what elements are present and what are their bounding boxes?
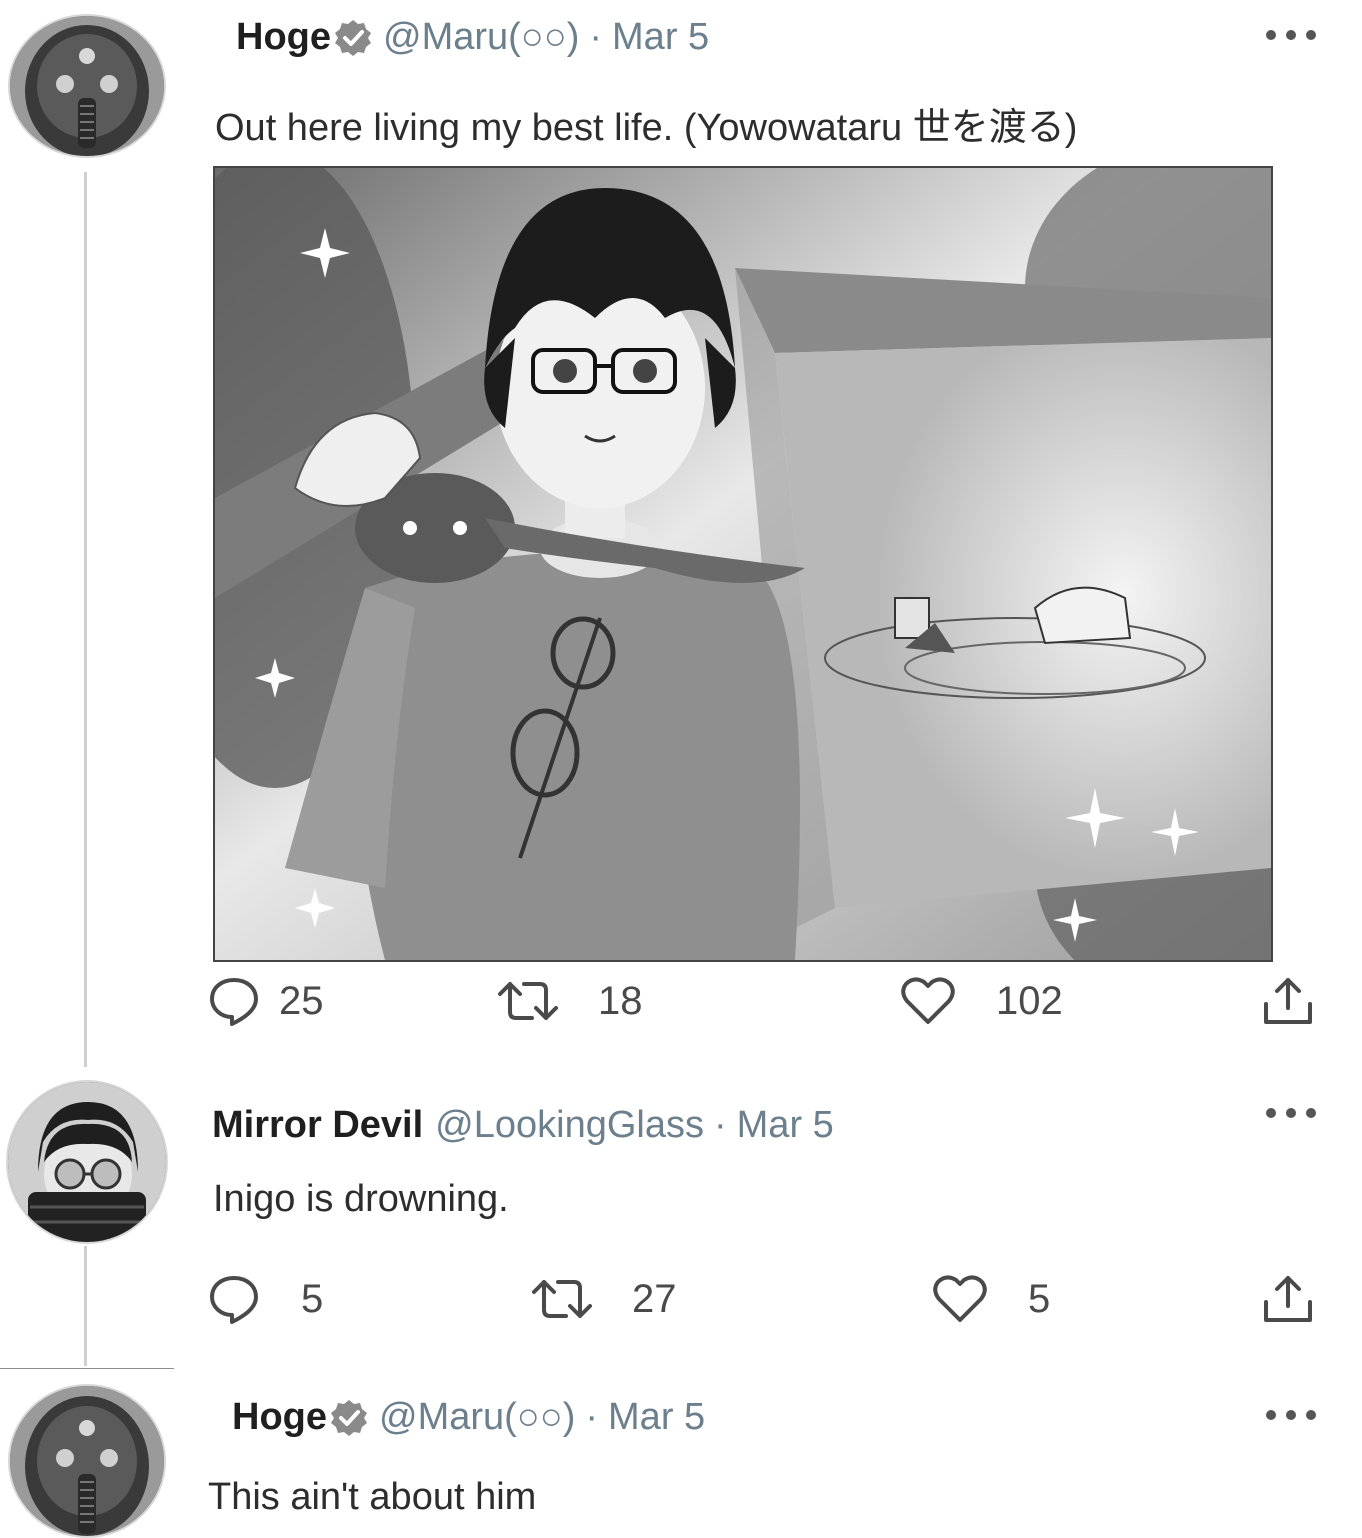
tweet1-more-button[interactable] (1266, 28, 1316, 42)
ellipsis-icon (1266, 1410, 1276, 1420)
tweet1-display-name[interactable]: Hoge (236, 16, 331, 59)
heart-icon (933, 1275, 987, 1322)
reply-divider (0, 1368, 174, 1369)
tweet3-date[interactable]: Mar 5 (608, 1396, 705, 1439)
thread-line-1 (84, 172, 87, 1067)
anime-illustration-art (215, 168, 1271, 960)
share-upload-icon (1264, 978, 1312, 1024)
share-upload-icon (1264, 1276, 1312, 1322)
tweet2-share-button[interactable] (1260, 1272, 1316, 1328)
mechanical-mask-avatar-art (10, 16, 164, 156)
tweet1-like-button[interactable]: 102 (900, 974, 1063, 1028)
glasses-masked-person-avatar-art (8, 1082, 166, 1242)
tweet1-like-count: 102 (996, 978, 1063, 1023)
tweet1-date[interactable]: Mar 5 (612, 16, 709, 59)
verified-badge-icon (329, 1398, 369, 1438)
tweet1-reply-count: 25 (279, 978, 324, 1023)
retweet-arrows-icon (532, 1280, 592, 1318)
tweet3-avatar[interactable] (8, 1384, 166, 1538)
tweet3-text: This ain't about him (208, 1476, 537, 1518)
tweet1-handle[interactable]: @Maru(○○) (383, 16, 579, 59)
tweet2-handle[interactable]: @LookingGlass (435, 1104, 704, 1147)
tweet3-display-name[interactable]: Hoge (232, 1396, 327, 1439)
thread-line-2 (84, 1246, 87, 1366)
tweet1-share-button[interactable] (1260, 974, 1316, 1030)
tweet3-separator: · (585, 1396, 599, 1438)
speech-bubble-icon (210, 978, 258, 1026)
speech-bubble-icon (210, 1276, 258, 1324)
tweet3-handle[interactable]: @Maru(○○) (379, 1396, 575, 1439)
ellipsis-icon (1266, 1108, 1276, 1118)
tweet2-separator: · (714, 1104, 727, 1146)
tweet3-header: Hoge @Maru(○○) · Mar 5 (232, 1396, 705, 1439)
tweet3-more-button[interactable] (1266, 1408, 1316, 1422)
tweet1-reply-button[interactable]: 25 (207, 974, 324, 1028)
tweet2-text: Inigo is drowning. (213, 1178, 509, 1220)
tweet1-avatar[interactable] (8, 14, 166, 158)
ellipsis-icon (1266, 30, 1276, 40)
tweet1-retweet-count: 18 (598, 978, 643, 1023)
tweet2-like-button[interactable]: 5 (932, 1272, 1050, 1326)
tweet1-header: Hoge @Maru(○○) · Mar 5 (236, 16, 709, 59)
mechanical-mask-avatar-art (10, 1386, 164, 1536)
tweet2-retweet-button[interactable]: 27 (530, 1272, 677, 1326)
tweet2-avatar[interactable] (6, 1080, 168, 1244)
retweet-arrows-icon (498, 982, 558, 1020)
tweet2-like-count: 5 (1028, 1276, 1051, 1321)
tweet2-header: Mirror Devil @LookingGlass · Mar 5 (212, 1104, 834, 1147)
verified-badge-icon (333, 18, 373, 58)
tweet2-reply-button[interactable]: 5 (207, 1272, 323, 1326)
tweet2-date[interactable]: Mar 5 (737, 1104, 834, 1147)
tweet2-more-button[interactable] (1266, 1106, 1316, 1120)
tweet1-media-image[interactable] (213, 166, 1273, 962)
tweet2-retweet-count: 27 (632, 1276, 677, 1321)
tweet2-display-name[interactable]: Mirror Devil (212, 1104, 423, 1147)
heart-icon (901, 977, 955, 1024)
tweet1-retweet-button[interactable]: 18 (496, 974, 643, 1028)
tweet1-separator: · (589, 16, 603, 58)
tweet1-text: Out here living my best life. (Yowowatar… (215, 107, 1078, 149)
tweet2-reply-count: 5 (301, 1276, 324, 1321)
